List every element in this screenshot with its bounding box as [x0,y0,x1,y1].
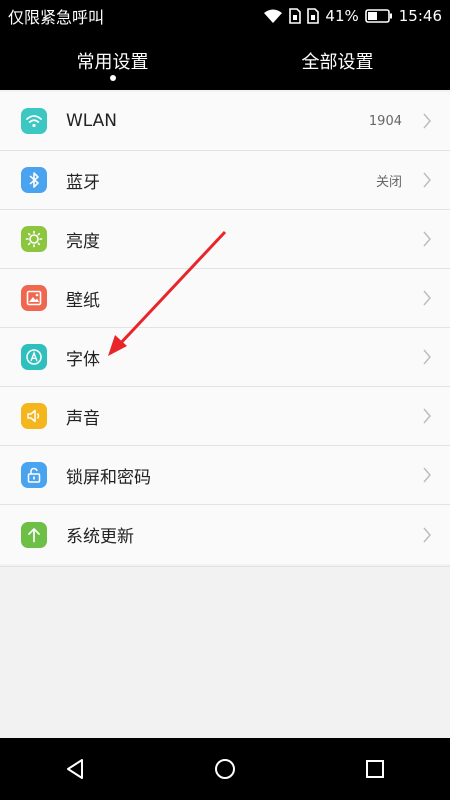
battery-percent: 41% [325,7,359,25]
setting-row-wlan[interactable]: WLAN 1904 [0,92,450,151]
chevron-right-icon [422,348,432,366]
settings-list: WLAN 1904 蓝牙 关闭 亮度 壁纸 字体 声音 锁屏和密码 系统更新 [0,92,450,564]
back-button[interactable] [45,744,105,794]
chevron-right-icon [422,230,432,248]
wallpaper-icon [21,285,47,311]
update-icon [21,521,47,548]
chevron-right-icon [422,112,432,130]
setting-row-brightness[interactable]: 亮度 [0,210,450,269]
chevron-right-icon [422,407,432,425]
chevron-right-icon [422,289,432,307]
status-bar: 仅限紧急呼叫 41% 15:46 [0,0,450,32]
brightness-icon [21,226,47,252]
tab-label: 全部设置 [301,52,374,73]
battery-icon [364,9,393,23]
setting-label: WLAN [66,111,118,131]
sim-card-2-icon [307,8,320,24]
sound-icon [21,403,47,429]
clock: 15:46 [398,7,442,25]
setting-label: 系统更新 [66,527,134,547]
setting-label: 亮度 [66,231,100,252]
wifi-icon [21,108,47,134]
setting-row-system-update[interactable]: 系统更新 [0,505,450,564]
bluetooth-icon [21,167,47,193]
list-divider [0,566,450,567]
tab-label: 常用设置 [76,52,149,73]
lock-icon [21,462,47,488]
setting-row-sound[interactable]: 声音 [0,387,450,446]
recent-apps-button[interactable] [345,744,405,794]
tab-common-settings[interactable]: 常用设置 [0,32,225,90]
wifi-status-icon [263,8,283,24]
setting-row-lock-screen[interactable]: 锁屏和密码 [0,446,450,505]
setting-value: 关闭 [375,174,402,190]
home-button[interactable] [195,744,255,794]
setting-row-bluetooth[interactable]: 蓝牙 关闭 [0,151,450,210]
font-icon [21,344,47,370]
setting-value: 1904 [368,113,402,129]
setting-label: 锁屏和密码 [66,467,151,488]
setting-row-wallpaper[interactable]: 壁纸 [0,269,450,328]
setting-label: 声音 [66,408,100,429]
chevron-right-icon [422,466,432,484]
setting-label: 蓝牙 [66,172,100,193]
chevron-right-icon [422,171,432,189]
status-icons: 41% 15:46 [263,7,442,25]
tab-all-settings[interactable]: 全部设置 [225,32,450,90]
navigation-bar [0,738,450,800]
carrier-text: 仅限紧急呼叫 [8,8,105,27]
sim-card-icon [289,8,302,24]
chevron-right-icon [422,526,432,544]
settings-tab-bar: 常用设置 全部设置 [0,32,450,90]
setting-label: 壁纸 [66,290,100,311]
setting-row-font[interactable]: 字体 [0,328,450,387]
setting-label: 字体 [66,349,100,370]
